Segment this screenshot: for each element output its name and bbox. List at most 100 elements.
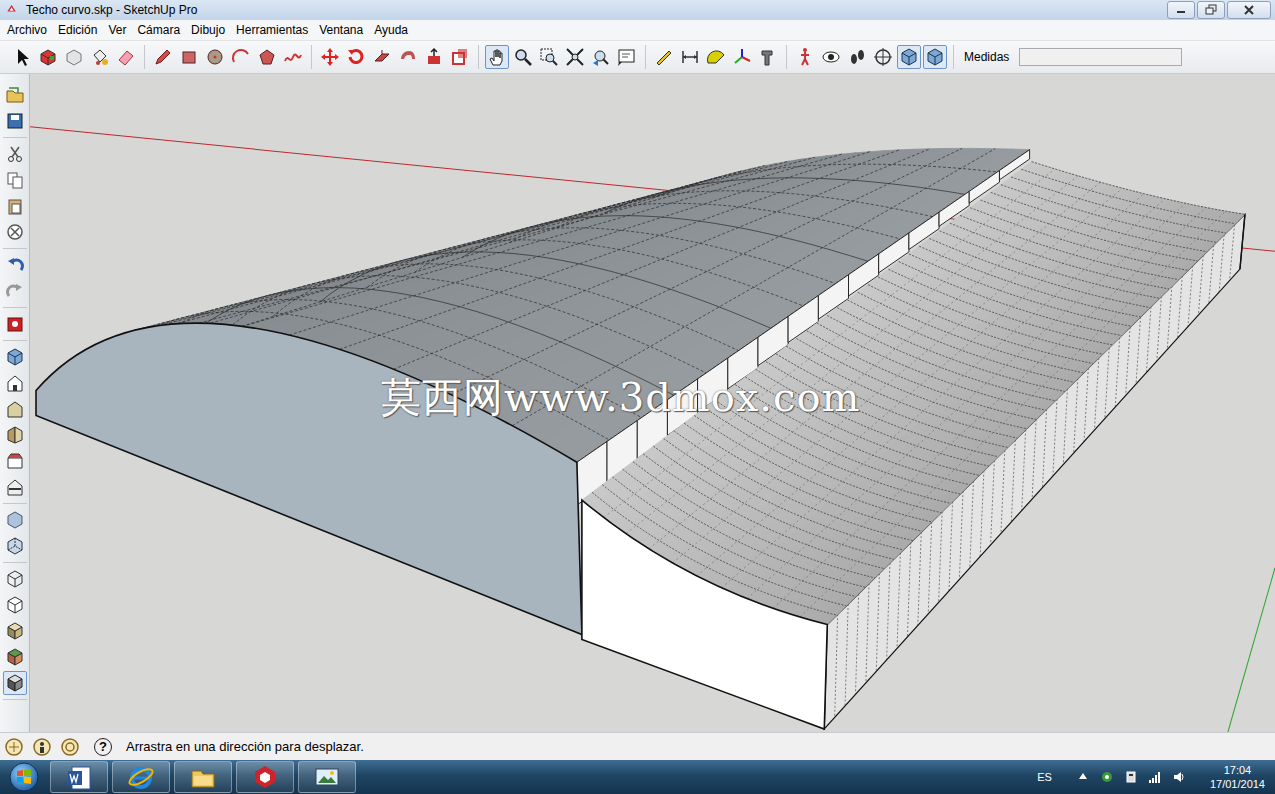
iso-view-alt-button[interactable]: [923, 45, 947, 69]
eraser-button[interactable]: [114, 45, 138, 69]
front-view-button[interactable]: [3, 397, 27, 421]
previous-view-button[interactable]: [589, 45, 613, 69]
footprints-button[interactable]: [845, 45, 869, 69]
shaded-button[interactable]: [3, 619, 27, 643]
xray-button[interactable]: [3, 508, 27, 532]
look-around-icon: [821, 47, 841, 67]
explorer-taskbar-button[interactable]: [174, 761, 232, 793]
help-button[interactable]: ?: [94, 738, 112, 756]
push-pull-button[interactable]: [422, 45, 446, 69]
dimension-button[interactable]: [678, 45, 702, 69]
internet-explorer-icon: [128, 764, 154, 790]
measurements-field[interactable]: [1019, 48, 1182, 66]
toolbar-group: [793, 45, 954, 69]
back-view-button[interactable]: [3, 449, 27, 473]
language-indicator[interactable]: ES: [1037, 771, 1052, 783]
menu-item[interactable]: Dibujo: [186, 21, 231, 39]
minimize-button[interactable]: [1167, 1, 1195, 19]
save-button[interactable]: [3, 109, 27, 133]
material-button[interactable]: [62, 45, 86, 69]
freehand-button[interactable]: [281, 45, 305, 69]
circle-button[interactable]: [203, 45, 227, 69]
left-view-button[interactable]: [3, 475, 27, 499]
geo-location-icon: [4, 737, 24, 757]
protractor-icon: [706, 47, 726, 67]
clock[interactable]: 17:0417/01/2014: [1210, 763, 1265, 791]
rectangle-button[interactable]: [177, 45, 201, 69]
axes-button[interactable]: [730, 45, 754, 69]
hidden-line-button[interactable]: [3, 593, 27, 617]
clock-date: 17/01/2014: [1210, 777, 1265, 791]
zoom-button[interactable]: [511, 45, 535, 69]
sketchup-icon: [252, 764, 278, 790]
select-button[interactable]: [10, 45, 34, 69]
offset-button[interactable]: [396, 45, 420, 69]
photo-viewer-taskbar-button[interactable]: [298, 761, 356, 793]
iso-camera-button[interactable]: [3, 345, 27, 369]
scale-button[interactable]: [448, 45, 472, 69]
hidden-line-icon: [5, 595, 25, 615]
arc-button[interactable]: [229, 45, 253, 69]
iso-view-icon: [899, 47, 919, 67]
menu-item[interactable]: Edición: [53, 21, 103, 39]
rectangle-icon: [179, 47, 199, 67]
menu-item[interactable]: Herramientas: [231, 21, 314, 39]
shaded-textures-button[interactable]: [3, 645, 27, 669]
side-toolbar-group: [3, 567, 27, 700]
delete-button[interactable]: [3, 220, 27, 244]
status-bar: ?Arrastra en una dirección para desplaza…: [0, 732, 1275, 760]
zoom-icon: [513, 47, 533, 67]
menu-item[interactable]: Ayuda: [369, 21, 414, 39]
drawing-viewport[interactable]: 莫西网www.3dmox.com: [30, 74, 1275, 732]
model-info-button[interactable]: [3, 312, 27, 336]
monochrome-button[interactable]: [3, 671, 27, 695]
menu-item[interactable]: Ventana: [314, 21, 369, 39]
section-plane-button[interactable]: [871, 45, 895, 69]
wireframe-button[interactable]: [3, 567, 27, 591]
menu-item[interactable]: Ver: [103, 21, 132, 39]
zoom-window-button[interactable]: [537, 45, 561, 69]
zoom-extents-button[interactable]: [563, 45, 587, 69]
wireframe-icon: [5, 569, 25, 589]
cut-button[interactable]: [3, 142, 27, 166]
menu-item[interactable]: Cámara: [132, 21, 186, 39]
ie-taskbar-button[interactable]: [112, 761, 170, 793]
text-button[interactable]: [615, 45, 639, 69]
section-plane-icon: [873, 47, 893, 67]
tape-measure-button[interactable]: [652, 45, 676, 69]
look-around-button[interactable]: [819, 45, 843, 69]
pencil-button[interactable]: [151, 45, 175, 69]
tray-app-icon: [1100, 770, 1114, 784]
rotate-button[interactable]: [344, 45, 368, 69]
axes-icon: [732, 47, 752, 67]
paste-button[interactable]: [3, 194, 27, 218]
protractor-button[interactable]: [704, 45, 728, 69]
shaded-icon: [5, 621, 25, 641]
user-icon: [60, 737, 80, 757]
top-view-button[interactable]: [3, 371, 27, 395]
green-axis: [1228, 568, 1275, 732]
close-button[interactable]: [1227, 1, 1271, 19]
word-taskbar-button[interactable]: [50, 761, 108, 793]
menu-item[interactable]: Archivo: [2, 21, 53, 39]
pan-button[interactable]: [485, 45, 509, 69]
move-button[interactable]: [318, 45, 342, 69]
3d-text-button[interactable]: [756, 45, 780, 69]
monochrome-icon: [5, 673, 25, 693]
copy-button[interactable]: [3, 168, 27, 192]
right-view-button[interactable]: [3, 423, 27, 447]
start-button[interactable]: [4, 760, 44, 794]
redo-button[interactable]: [3, 279, 27, 303]
paint-bucket-icon: [90, 47, 110, 67]
back-edges-button[interactable]: [3, 534, 27, 558]
make-component-button[interactable]: [36, 45, 60, 69]
iso-view-button[interactable]: [897, 45, 921, 69]
restore-button[interactable]: [1197, 1, 1225, 19]
open-button[interactable]: [3, 83, 27, 107]
polygon-button[interactable]: [255, 45, 279, 69]
follow-me-button[interactable]: [370, 45, 394, 69]
walk-button[interactable]: [793, 45, 817, 69]
paint-bucket-button[interactable]: [88, 45, 112, 69]
undo-button[interactable]: [3, 253, 27, 277]
sketchup-taskbar-button[interactable]: [236, 761, 294, 793]
